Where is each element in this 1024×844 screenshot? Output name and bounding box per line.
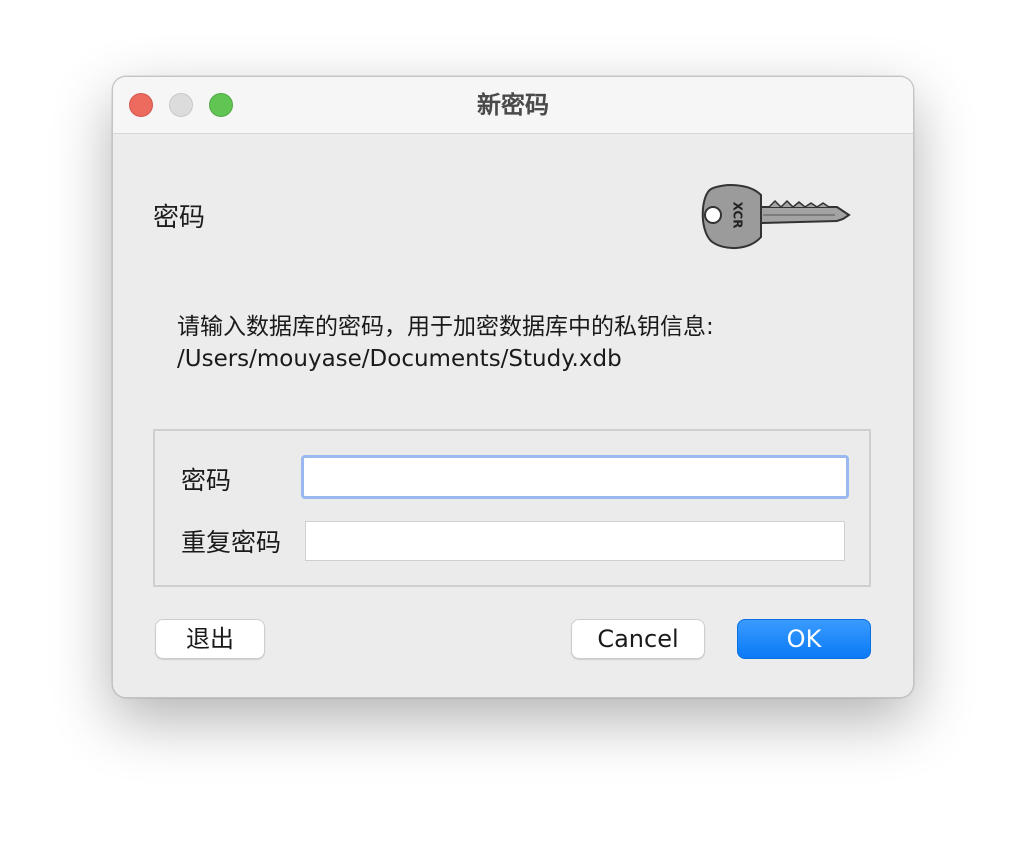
description-text: 请输入数据库的密码，用于加密数据库中的私钥信息: /Users/mouyase/…	[177, 311, 877, 375]
password-form: 密码 重复密码	[153, 429, 871, 587]
key-engraving-label: XCR	[731, 202, 745, 229]
ok-button[interactable]: OK	[737, 619, 871, 659]
quit-button[interactable]: 退出	[155, 619, 265, 659]
cancel-button[interactable]: Cancel	[571, 619, 705, 659]
password-label: 密码	[181, 466, 232, 495]
new-password-dialog: 新密码 密码 XCR 请输入数据库的密码，用于加密数据库中的私钥信息: /Use…	[112, 76, 914, 698]
database-path: /Users/mouyase/Documents/Study.xdb	[177, 346, 622, 372]
password-input[interactable]	[301, 455, 849, 499]
description-line-1: 请输入数据库的密码，用于加密数据库中的私钥信息:	[177, 314, 714, 340]
title-bar: 新密码	[113, 77, 913, 134]
repeat-password-label: 重复密码	[181, 528, 282, 557]
section-heading: 密码	[153, 203, 206, 233]
window-title: 新密码	[477, 91, 549, 119]
repeat-password-input[interactable]	[305, 521, 845, 561]
key-icon: XCR	[701, 184, 851, 249]
